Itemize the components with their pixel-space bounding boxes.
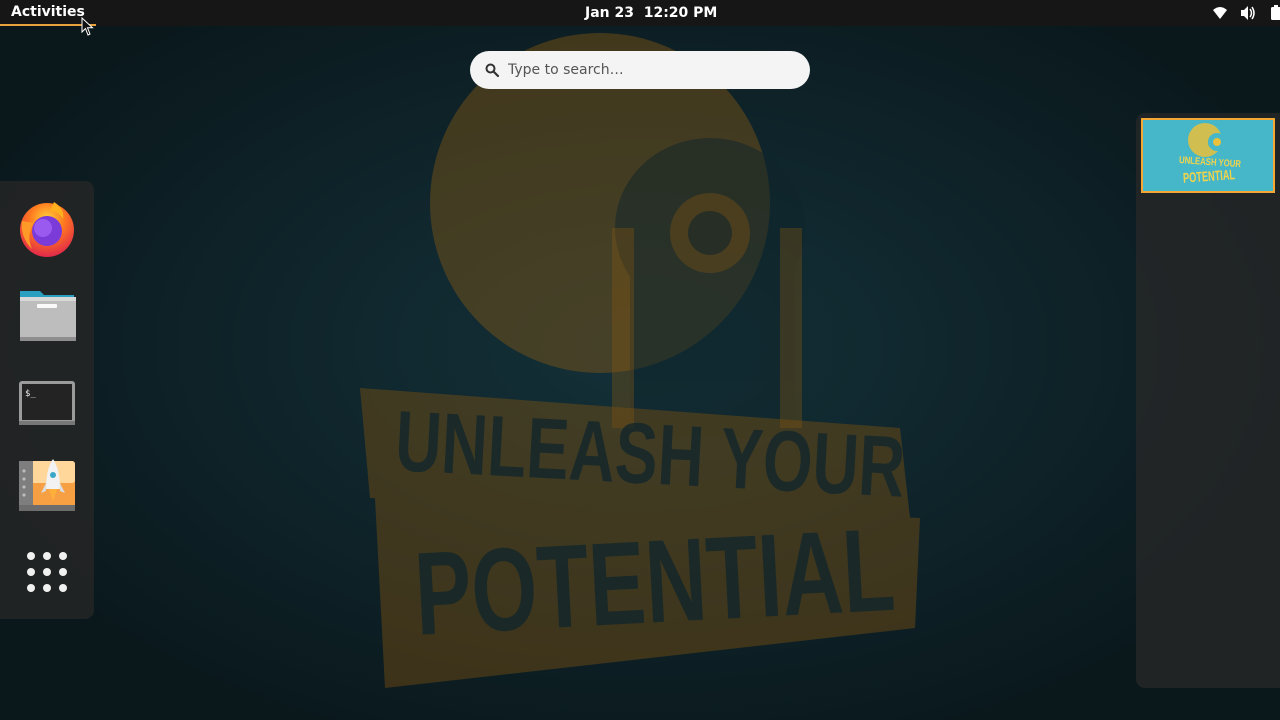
app-installer-icon — [19, 459, 75, 511]
dash-item-files[interactable] — [16, 283, 78, 345]
workspace-switcher: UNLEASH YOUR POTENTIAL — [1136, 113, 1280, 688]
mouse-cursor-icon — [81, 17, 94, 36]
battery-icon — [1271, 5, 1280, 20]
system-tray[interactable] — [1160, 0, 1280, 26]
show-applications-button[interactable] — [16, 541, 78, 603]
top-bar: Activities Jan 23 12:20 PM — [0, 0, 1280, 26]
dash-item-software[interactable] — [16, 455, 78, 517]
wallpaper-art: UNLEASH YOUR POTENTIAL — [360, 33, 920, 688]
app-grid-icon — [27, 552, 67, 592]
dash-item-terminal[interactable]: $_ — [16, 369, 78, 431]
clock[interactable]: Jan 23 12:20 PM — [585, 0, 717, 26]
wifi-icon — [1213, 7, 1227, 19]
firefox-icon — [20, 202, 74, 257]
terminal-icon: $_ — [19, 381, 75, 425]
volume-icon — [1241, 6, 1255, 20]
search-bar[interactable] — [470, 51, 810, 89]
activities-label: Activities — [11, 4, 85, 20]
terminal-prompt: $_ — [25, 389, 36, 399]
desktop-background: UNLEASH YOUR POTENTIAL — [0, 0, 1280, 720]
search-input[interactable] — [508, 51, 798, 89]
search-icon — [485, 63, 499, 77]
dash-item-firefox[interactable] — [16, 197, 78, 259]
wallpaper-text-line2: POTENTIAL — [412, 504, 898, 661]
thumb-text-line2: POTENTIAL — [1183, 166, 1236, 186]
dash: $_ — [0, 181, 94, 619]
workspace-thumbnail-1[interactable]: UNLEASH YOUR POTENTIAL — [1141, 118, 1275, 193]
workspace-preview: UNLEASH YOUR POTENTIAL — [1179, 123, 1242, 186]
files-icon — [20, 291, 76, 341]
